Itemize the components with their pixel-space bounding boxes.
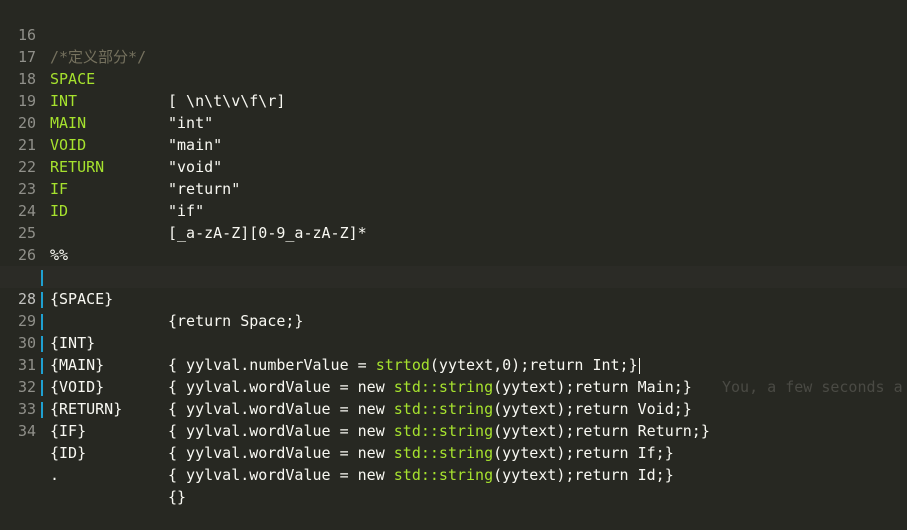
function-name: std::string xyxy=(393,466,494,484)
code-line[interactable]: 18 INT "int" xyxy=(0,46,907,132)
code-line[interactable]: 16 /*定义部分*/ xyxy=(0,2,907,66)
action-text: (yytext);return Return;} xyxy=(493,422,710,440)
code-line[interactable]: 32 {IF} { yylval.wordValue = new std::st… xyxy=(0,354,907,462)
git-change-marker xyxy=(41,402,43,418)
code-editor[interactable]: 16 /*定义部分*/ 17 SPACE [ \n\t\v\f\r] 18 IN… xyxy=(0,0,907,506)
action-text: { yylval.wordValue = new xyxy=(168,422,394,440)
git-change-marker xyxy=(41,336,43,352)
code-line[interactable]: 17 SPACE [ \n\t\v\f\r] xyxy=(0,24,907,110)
action-text: (yytext);return If;} xyxy=(493,444,674,462)
code-line[interactable]: 27 {SPACE} {return Space;} xyxy=(0,244,907,330)
rule-action: { yylval.wordValue = new std::string(yyt… xyxy=(168,442,674,464)
git-change-marker xyxy=(41,358,43,374)
code-line[interactable]: 24 xyxy=(0,178,907,220)
rule-action: { yylval.wordValue = new std::string(yyt… xyxy=(168,420,710,442)
action-text: { yylval.wordValue = new xyxy=(168,444,394,462)
code-line[interactable]: 23 ID [_a-zA-Z][0-9_a-zA-Z]* xyxy=(0,156,907,242)
action-text: (yytext);return Id;} xyxy=(493,466,674,484)
code-line[interactable]: 34 . {} xyxy=(0,398,907,506)
function-name: std::string xyxy=(393,422,494,440)
rule-pattern: . xyxy=(50,466,60,484)
code-line[interactable]: 31 {RETURN} { yylval.wordValue = new std… xyxy=(0,332,907,440)
line-number: 34 xyxy=(17,422,36,440)
rule-pattern: {IF} xyxy=(50,422,87,440)
code-line[interactable]: 29 {MAIN} { yylval.wordValue = new std::… xyxy=(0,288,907,396)
code-line[interactable]: 22 IF "if" xyxy=(0,134,907,220)
git-change-marker xyxy=(41,270,43,286)
git-change-marker xyxy=(41,314,43,330)
code-line[interactable]: 19 MAIN "main" xyxy=(0,68,907,154)
code-line[interactable]: 20 VOID "void" xyxy=(0,90,907,176)
code-line[interactable]: 25 %% xyxy=(0,200,907,264)
code-line-active[interactable]: 28 {INT} { yylval.numberValue = strtod(y… xyxy=(0,266,907,396)
code-line[interactable]: 21 RETURN "return" xyxy=(0,112,907,198)
git-change-marker xyxy=(41,292,43,308)
git-change-marker xyxy=(41,380,43,396)
function-name: std::string xyxy=(393,444,494,462)
rule-action: {} xyxy=(168,488,187,506)
rule-pattern: {ID} xyxy=(50,444,87,462)
code-line[interactable]: 26 xyxy=(0,222,907,264)
code-line[interactable]: 30 {VOID} { yylval.wordValue = new std::… xyxy=(0,310,907,418)
action-text: { yylval.wordValue = new xyxy=(168,466,394,484)
code-line[interactable]: 33 {ID} { yylval.wordValue = new std::st… xyxy=(0,376,907,484)
rule-action: { yylval.wordValue = new std::string(yyt… xyxy=(168,464,674,486)
